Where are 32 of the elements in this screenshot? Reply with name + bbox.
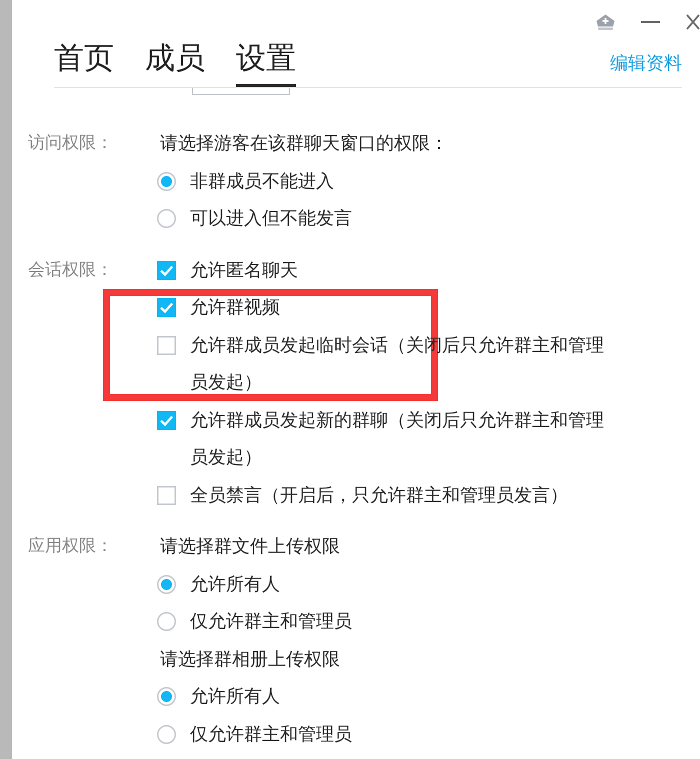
checkbox[interactable]	[157, 486, 176, 504]
radio-label: 允许所有人	[190, 574, 280, 594]
tab[interactable]: 首页	[54, 44, 114, 87]
checkbox-label: 允许群成员发起新的群聊（关闭后只允许群主和管理员发起）	[190, 410, 604, 468]
radio-label: 可以进入但不能发言	[190, 208, 352, 229]
radio-label: 仅允许群主和管理员	[190, 724, 352, 744]
checkbox[interactable]	[157, 298, 176, 317]
radio-label: 非群成员不能进入	[190, 170, 334, 192]
close-icon[interactable]	[686, 14, 700, 30]
radio-button[interactable]	[157, 687, 176, 706]
checkbox-label: 允许匿名聊天	[190, 260, 298, 280]
prompt-text: 请选择群相册上传权限	[159, 648, 341, 672]
tab[interactable]: 成员	[145, 44, 205, 87]
section-label: 会话权限：	[28, 258, 114, 282]
radio-button[interactable]	[157, 724, 176, 744]
radio-label: 仅允许群主和管理员	[190, 611, 352, 632]
radio-label: 允许所有人	[190, 686, 280, 707]
checkbox-label: 允许群视频	[190, 297, 280, 318]
radio-button[interactable]	[157, 172, 176, 190]
radio-button[interactable]	[157, 574, 176, 594]
checkbox[interactable]	[157, 336, 176, 354]
checkbox[interactable]	[157, 260, 176, 280]
prompt-text: 请选择游客在该群聊天窗口的权限：	[159, 132, 448, 156]
house-icon[interactable]	[596, 14, 615, 30]
section-label: 访问权限：	[28, 132, 114, 155]
section-label: 应用权限：	[28, 535, 114, 558]
radio-button[interactable]	[157, 209, 176, 228]
tab[interactable]: 设置	[236, 44, 296, 87]
prompt-text: 请选择群文件上传权限	[159, 535, 341, 559]
checkbox-label: 全员禁言（开启后，只允许群主和管理员发言）	[190, 484, 568, 506]
checkbox[interactable]	[157, 410, 176, 430]
radio-button[interactable]	[157, 612, 176, 631]
